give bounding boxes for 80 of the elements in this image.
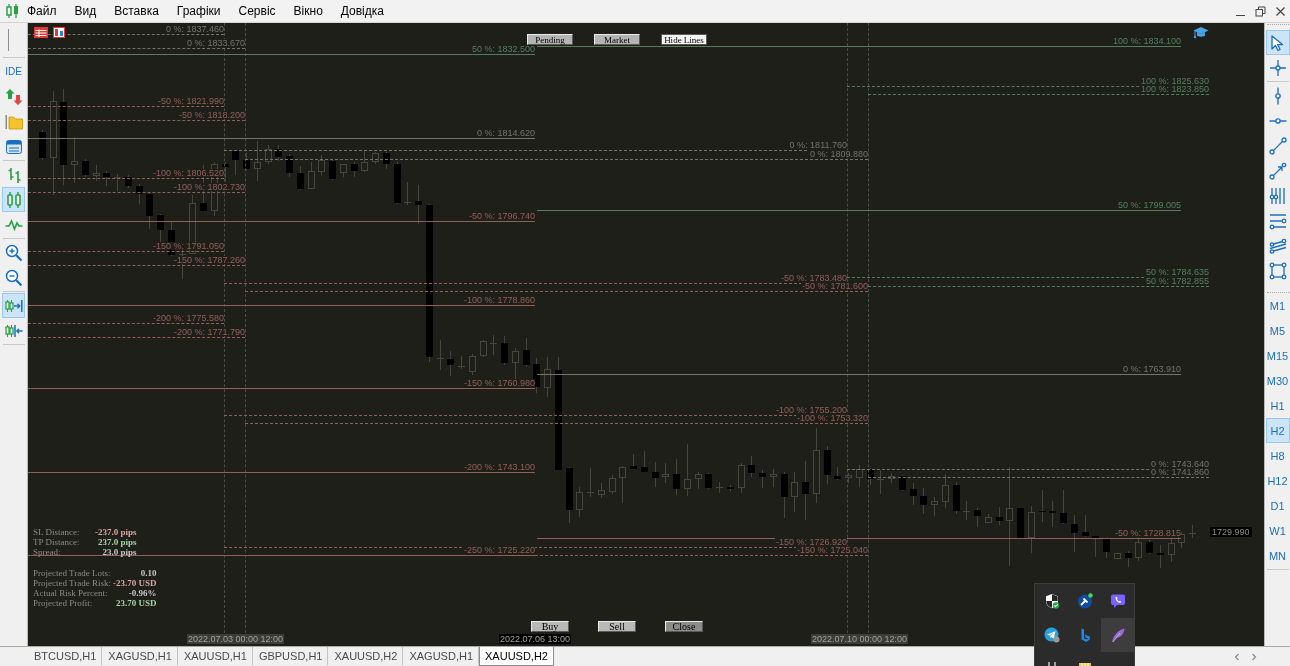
trend-line-icon (1268, 136, 1287, 155)
fib-level-label: 0 %: 1833.670 (186, 39, 245, 47)
timeframe-button[interactable]: H12 (1265, 468, 1290, 493)
chart-tab[interactable]: XAUUSD,H2 (479, 647, 554, 666)
trade-button[interactable]: Sell (598, 621, 636, 632)
menu-item[interactable]: Вікно (289, 2, 327, 20)
menu-item[interactable]: Довідка (336, 2, 388, 20)
toolbar-button[interactable] (2, 293, 25, 318)
vertical-line-icon (1274, 86, 1281, 105)
chart-tab[interactable]: GBPUSD,H1 (252, 647, 329, 666)
hammer-icon (1076, 593, 1093, 609)
table-icon[interactable] (34, 27, 48, 38)
bars-window-icon[interactable] (53, 27, 65, 38)
chart-tab[interactable]: XAGUSD,H1 (102, 647, 178, 666)
timeframe-button[interactable]: D1 (1265, 493, 1290, 518)
fib-level-label: 50 %: 1832.500 (471, 45, 535, 53)
chevron-right-icon[interactable] (1250, 651, 1258, 662)
chart-button[interactable]: Pending (527, 34, 573, 45)
menu-item[interactable]: Вставка (110, 2, 163, 20)
arrow-line-icon (1268, 161, 1287, 180)
chart-tab[interactable]: XAUUSD,H2 (328, 647, 404, 666)
info-value: -0.96% (127, 588, 157, 598)
candlestick-icon (4, 190, 23, 209)
info-value: -23.70 USD (113, 578, 157, 588)
menu-item[interactable]: Вид (70, 2, 101, 20)
close-icon[interactable] (1275, 5, 1286, 17)
timeframe-button[interactable]: M1 (1265, 293, 1290, 318)
timeframe-button[interactable]: W1 (1265, 518, 1290, 543)
timeframe-button[interactable]: MN (1265, 543, 1290, 568)
info-label: Projected Profit: (33, 598, 94, 608)
timeframe-button[interactable]: M5 (1265, 318, 1290, 343)
candlestick-logo-icon (5, 3, 19, 19)
shield-icon (1043, 593, 1060, 609)
fib-level-label: 100 %: 1825.630 (1140, 77, 1209, 85)
restore-icon[interactable] (1255, 5, 1266, 17)
up-down-arrows-icon (4, 87, 23, 106)
slanted-lines-icon (1268, 236, 1287, 255)
trade-button[interactable]: Buy (531, 621, 569, 632)
timeframe-button[interactable]: M15 (1265, 343, 1290, 368)
zoom-out-icon (4, 268, 23, 287)
toolbar-button[interactable] (2, 187, 25, 212)
rectangle-icon (1268, 261, 1287, 280)
folder-icon (4, 112, 23, 131)
timeframe-button[interactable]: H1 (1265, 393, 1290, 418)
tool-button[interactable] (1265, 30, 1290, 55)
toolbar-handle[interactable] (8, 28, 9, 51)
chevron-left-icon[interactable] (1233, 651, 1241, 662)
time-label: 2022.07.03 00:00 12:00 (187, 634, 285, 644)
timeframe-button[interactable]: H2 (1265, 418, 1290, 443)
horizontal-line-icon (1268, 117, 1287, 124)
info-label: Actual Risk Percent: (33, 588, 109, 598)
menu-item[interactable]: Графіки (172, 2, 225, 20)
chart-button[interactable]: Hide Lines (661, 34, 707, 45)
crosshair-icon (1268, 58, 1287, 77)
menu-item[interactable]: Файл (23, 2, 61, 20)
zoom-in-icon (4, 243, 23, 262)
chart-button[interactable]: Market (594, 34, 640, 45)
phone-bubble-icon (1109, 593, 1126, 609)
graduation-cap-icon[interactable] (1193, 26, 1209, 39)
window-icon (4, 137, 23, 156)
timeframe-button[interactable]: M30 (1265, 368, 1290, 393)
time-label: 2022.07.10 00:00 12:00 (811, 634, 909, 644)
info-label: Projected Trade Lots: (33, 568, 112, 578)
fib-level-label: 0 %: 1837.460 (165, 25, 224, 33)
trade-button[interactable]: Close (665, 621, 703, 632)
price-label: 1729.990 (1210, 527, 1252, 537)
info-label: Projected Trade Risk: (33, 578, 112, 588)
info-value: 23.70 USD (115, 598, 157, 608)
menu-item[interactable]: Сервіс (234, 2, 280, 20)
feather-icon (1109, 627, 1126, 643)
chart-tab[interactable]: XAUUSD,H1 (177, 647, 253, 666)
chart-tab[interactable]: BTCUSD,H1 (28, 647, 103, 666)
timeframe-button[interactable]: H8 (1265, 443, 1290, 468)
ide-button[interactable]: IDE (2, 59, 25, 84)
paper-plane-icon (1043, 627, 1060, 643)
info-value: 0.10 (139, 568, 157, 578)
horizontal-lines-icon (1268, 211, 1287, 230)
fib-level-label: 100 %: 1834.100 (1112, 37, 1181, 45)
vertical-lines-icon (1268, 186, 1287, 205)
time-label: 2022.07.06 13:00 (499, 634, 572, 644)
